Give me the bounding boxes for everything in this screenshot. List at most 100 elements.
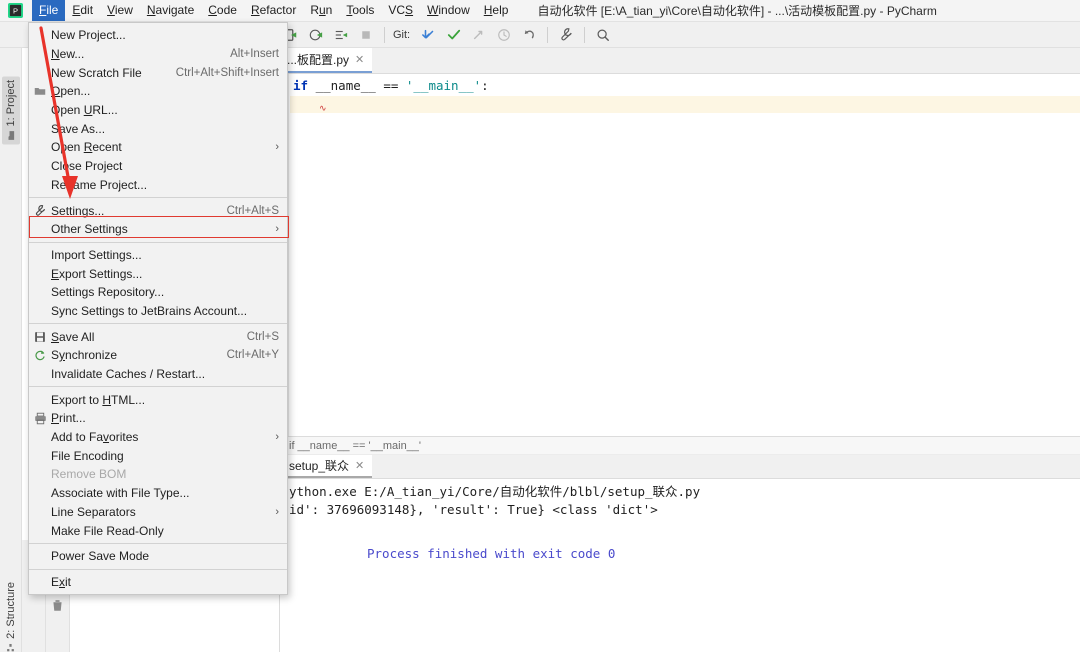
wrench-icon xyxy=(29,204,51,217)
wrench-icon[interactable] xyxy=(556,25,576,45)
title-menu-bar: P File Edit View Navigate Code Refactor … xyxy=(0,0,1080,22)
menu-item-rename-project[interactable]: Rename Project... xyxy=(29,176,287,195)
menu-item-open[interactable]: Open... xyxy=(29,82,287,101)
search-icon[interactable] xyxy=(593,25,613,45)
menu-divider xyxy=(29,197,287,199)
menu-item-label: Save All xyxy=(51,329,95,344)
console-exit-message: Process finished with exit code 0 xyxy=(367,546,616,561)
menu-item-line-separators[interactable]: Line Separators › xyxy=(29,503,287,522)
menu-divider xyxy=(29,568,287,570)
menu-item-associate-with-file-type[interactable]: Associate with File Type... xyxy=(29,484,287,503)
svg-text:P: P xyxy=(12,6,17,15)
menu-item-add-to-favorites[interactable]: Add to Favorites › xyxy=(29,428,287,447)
git-controls-group: Git: xyxy=(393,25,539,45)
rollback-undo-icon[interactable] xyxy=(519,25,539,45)
menu-item-label: Export Settings... xyxy=(51,266,143,281)
menu-item-shortcut: Ctrl+S xyxy=(246,330,279,343)
editor-tab[interactable]: ...板配置.py ✕ xyxy=(281,48,373,73)
menu-code[interactable]: Code xyxy=(201,0,244,21)
menu-item-make-file-read-only[interactable]: Make File Read-Only xyxy=(29,521,287,540)
editor-body[interactable]: if __name__ == '__main__': ∿ xyxy=(281,74,1080,436)
menu-divider xyxy=(29,386,287,388)
sidebar-item-project[interactable]: 1: Project xyxy=(2,76,20,145)
menu-item-label: Settings... xyxy=(51,203,105,218)
menu-file[interactable]: File xyxy=(32,0,66,21)
menu-refactor[interactable]: Refactor xyxy=(244,0,303,21)
menu-item-close-project[interactable]: Close Project xyxy=(29,157,287,176)
menu-item-label: Remove BOM xyxy=(51,467,127,482)
menu-item-label: Open Recent xyxy=(51,140,122,155)
menu-item-sync-settings-jetbrains[interactable]: Sync Settings to JetBrains Account... xyxy=(29,302,287,321)
menu-item-power-save-mode[interactable]: Power Save Mode xyxy=(29,547,287,566)
editor-area: ...板配置.py ✕ if __name__ == '__main__': ∿ xyxy=(281,48,1080,436)
menu-item-label: Associate with File Type... xyxy=(51,486,190,501)
menu-help[interactable]: Help xyxy=(477,0,516,21)
structure-icon xyxy=(5,643,17,652)
menu-item-print[interactable]: Print... xyxy=(29,409,287,428)
menu-item-export-to-html[interactable]: Export to HTML... xyxy=(29,390,287,409)
menu-view[interactable]: View xyxy=(100,0,140,21)
menu-item-file-encoding[interactable]: File Encoding xyxy=(29,446,287,465)
menu-tools[interactable]: Tools xyxy=(339,0,381,21)
sidebar-item-structure-label: 2: Structure xyxy=(5,582,17,639)
menu-item-save-as[interactable]: Save As... xyxy=(29,119,287,138)
run-tab-bar: setup_联众 ✕ xyxy=(281,455,1080,479)
menu-window[interactable]: Window xyxy=(420,0,477,21)
menu-item-label: File Encoding xyxy=(51,448,124,463)
menu-run[interactable]: Run xyxy=(303,0,339,21)
debug-icon[interactable] xyxy=(306,25,326,45)
push-icon[interactable] xyxy=(469,25,489,45)
menu-divider xyxy=(29,323,287,325)
menu-item-label: Exit xyxy=(51,574,72,589)
sync-refresh-icon xyxy=(29,349,51,361)
toolbar-divider-2 xyxy=(547,26,549,43)
menu-item-export-settings[interactable]: Export Settings... xyxy=(29,264,287,283)
chevron-right-icon: › xyxy=(275,141,279,154)
toolbar-divider-3 xyxy=(584,26,586,43)
code-line: if __name__ == '__main__': xyxy=(293,78,489,93)
run-tool-window: if __name__ == '__main__' setup_联众 ✕ yth… xyxy=(281,436,1080,652)
menu-item-label: Settings Repository... xyxy=(51,285,165,300)
close-icon[interactable]: ✕ xyxy=(355,53,364,66)
menu-item-label: Save As... xyxy=(51,121,106,136)
menu-item-label: Sync Settings to JetBrains Account... xyxy=(51,303,248,318)
menu-item-new[interactable]: New... Alt+Insert xyxy=(29,45,287,64)
menu-item-label: Other Settings xyxy=(51,222,128,237)
menu-item-exit[interactable]: Exit xyxy=(29,573,287,592)
run-tab[interactable]: setup_联众 ✕ xyxy=(281,455,373,478)
menu-edit[interactable]: Edit xyxy=(65,0,100,21)
menu-item-invalidate-caches-restart[interactable]: Invalidate Caches / Restart... xyxy=(29,365,287,384)
pycharm-window: P File Edit View Navigate Code Refactor … xyxy=(0,0,1080,652)
menu-item-save-all[interactable]: Save All Ctrl+S xyxy=(29,327,287,346)
close-icon[interactable]: ✕ xyxy=(355,459,364,472)
sidebar-item-project-label: 1: Project xyxy=(5,80,17,127)
menu-vcs[interactable]: VCS xyxy=(381,0,420,21)
menu-item-new-project[interactable]: New Project... xyxy=(29,26,287,45)
menu-item-new-scratch-file[interactable]: New Scratch File Ctrl+Alt+Shift+Insert xyxy=(29,63,287,82)
menu-item-settings[interactable]: Settings... Ctrl+Alt+S xyxy=(29,201,287,220)
console-line: id': 37696093148}, 'result': True} <clas… xyxy=(289,502,658,517)
stop-icon[interactable] xyxy=(356,25,376,45)
chevron-right-icon: › xyxy=(275,505,279,518)
commit-check-icon[interactable] xyxy=(444,25,464,45)
history-clock-icon[interactable] xyxy=(494,25,514,45)
menu-item-label: Line Separators xyxy=(51,504,136,519)
menu-item-open-recent[interactable]: Open Recent › xyxy=(29,138,287,157)
menu-item-synchronize[interactable]: Synchronize Ctrl+Alt+Y xyxy=(29,346,287,365)
clear-all-icon[interactable] xyxy=(49,596,67,614)
pycharm-logo-icon: P xyxy=(6,3,24,19)
menu-item-label: Power Save Mode xyxy=(51,549,150,564)
update-project-icon[interactable] xyxy=(419,25,439,45)
menu-item-shortcut: Ctrl+Alt+S xyxy=(226,204,279,217)
menu-item-label: New Scratch File xyxy=(51,65,142,80)
menu-navigate[interactable]: Navigate xyxy=(140,0,201,21)
coverage-icon[interactable] xyxy=(331,25,351,45)
menu-item-other-settings[interactable]: Other Settings › xyxy=(29,220,287,239)
sidebar-item-structure[interactable]: 2: Structure xyxy=(2,578,20,652)
menu-item-open-url[interactable]: Open URL... xyxy=(29,101,287,120)
menu-item-import-settings[interactable]: Import Settings... xyxy=(29,246,287,265)
menu-divider xyxy=(29,241,287,243)
menu-item-settings-repository[interactable]: Settings Repository... xyxy=(29,283,287,302)
console-output[interactable]: ython.exe E:/A_tian_yi/Core/自动化软件/blbl/s… xyxy=(281,479,1080,652)
menu-item-label: New... xyxy=(51,47,85,62)
